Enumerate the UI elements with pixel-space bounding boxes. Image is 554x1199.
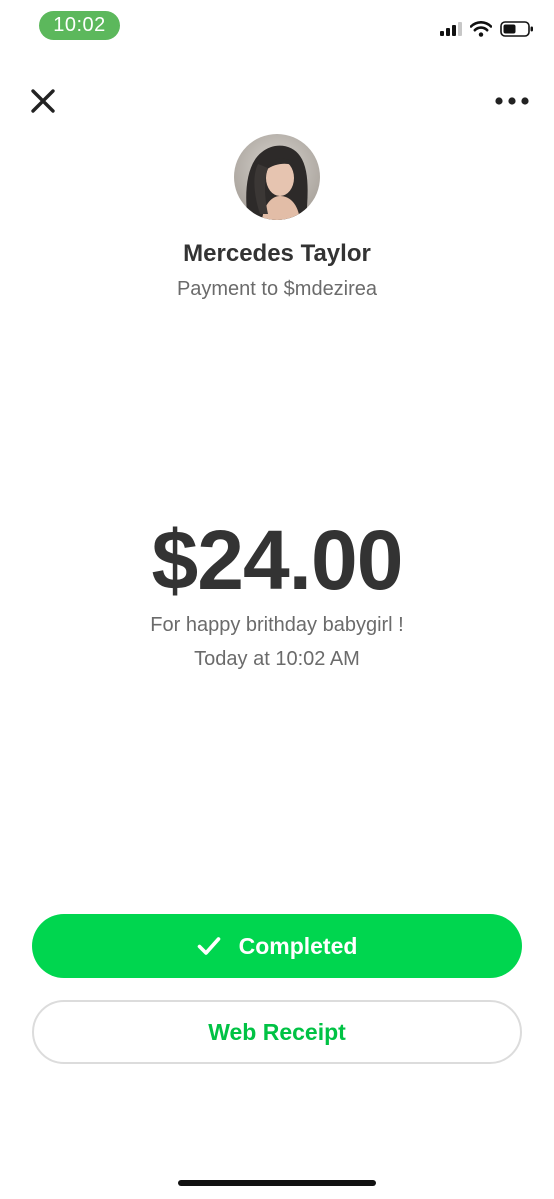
close-icon bbox=[31, 89, 55, 113]
web-receipt-label: Web Receipt bbox=[208, 1018, 346, 1045]
completed-status-button[interactable]: Completed bbox=[32, 914, 522, 978]
wifi-icon bbox=[470, 21, 492, 37]
more-options-button[interactable] bbox=[494, 92, 530, 110]
home-indicator[interactable] bbox=[178, 1180, 376, 1186]
status-time: 10:02 bbox=[39, 11, 120, 40]
signal-bars-icon bbox=[440, 22, 462, 36]
payment-amount: $24.00 bbox=[151, 513, 404, 607]
checkmark-icon bbox=[197, 937, 220, 955]
payment-recipient-handle: Payment to $mdezirea bbox=[176, 278, 378, 300]
completed-label: Completed bbox=[238, 932, 358, 959]
payment-timestamp: Today at 10:02 AM bbox=[194, 648, 360, 670]
avatar bbox=[234, 134, 320, 220]
payment-note: For happy brithday babygirl ! bbox=[150, 614, 404, 636]
status-icons bbox=[440, 19, 534, 39]
web-receipt-button[interactable]: Web Receipt bbox=[32, 1000, 522, 1064]
more-horizontal-icon bbox=[495, 97, 529, 105]
battery-icon bbox=[500, 21, 533, 37]
recipient-name: Mercedes Taylor bbox=[183, 240, 371, 267]
close-button[interactable] bbox=[28, 86, 58, 116]
